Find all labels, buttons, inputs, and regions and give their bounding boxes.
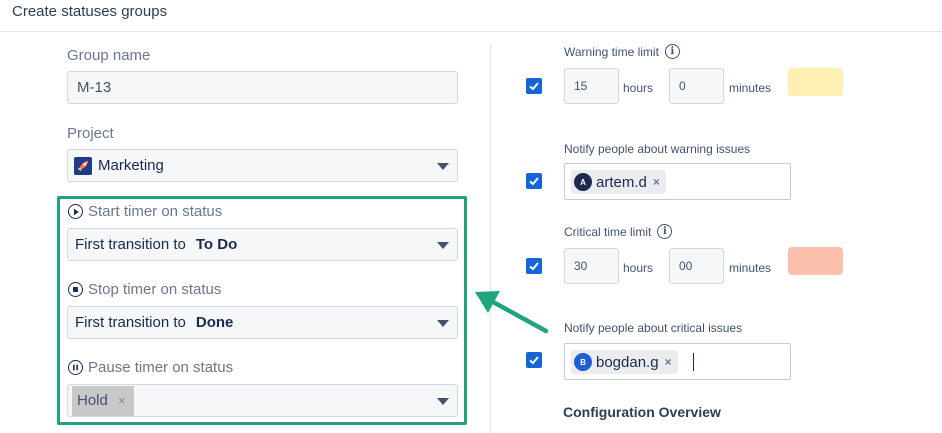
project-label: Project [67,125,114,142]
notify-critical-checkbox[interactable] [526,352,542,368]
critical-hours-input[interactable]: 30 [564,248,619,284]
warning-hours-input[interactable]: 15 [564,68,619,104]
group-name-value: M-13 [77,79,112,96]
chevron-down-icon[interactable] [437,319,449,327]
critical-hours-value: 30 [574,259,588,273]
page-header: Create statuses groups [0,0,942,32]
group-name-input[interactable]: M-13 [67,71,458,104]
critical-limit-label-row: Critical time limit i [564,224,673,239]
start-timer-prefix: First transition to [75,236,186,253]
column-divider [490,44,491,433]
status-chip-hold: Hold × [72,385,135,416]
info-icon[interactable]: i [657,224,673,239]
warning-limit-label-row: Warning time limit i [564,44,680,59]
remove-chip-icon[interactable]: × [118,393,126,408]
critical-limit-checkbox[interactable] [526,258,542,274]
play-circle-icon [68,204,83,219]
pointer-arrow-icon [475,291,549,334]
group-name-label: Group name [67,47,151,64]
check-icon [529,356,539,365]
stop-timer-select[interactable]: First transition to Done [67,306,458,339]
pause-timer-label-row: Pause timer on status [68,359,233,376]
critical-hours-unit: hours [623,261,654,275]
warning-hours-value: 15 [574,79,588,93]
warning-color-swatch[interactable] [788,68,843,96]
warning-minutes-unit: minutes [729,81,772,95]
remove-user-icon[interactable]: × [653,175,660,189]
project-value: Marketing [98,157,164,174]
notify-warning-user-field[interactable]: A artem.d × [564,163,791,200]
chevron-down-icon[interactable] [437,241,449,249]
stop-timer-label-row: Stop timer on status [68,281,221,298]
warning-minutes-input[interactable]: 0 [669,68,724,104]
critical-minutes-input[interactable]: 00 [669,248,724,284]
pause-circle-icon [68,360,83,375]
notify-warning-label: Notify people about warning issues [564,142,751,156]
critical-minutes-unit: minutes [729,261,772,275]
pause-timer-label: Pause timer on status [88,359,234,376]
user-chip-name: bogdan.g [596,353,659,371]
stop-timer-label: Stop timer on status [88,281,222,298]
rocket-icon [74,156,92,175]
pause-timer-select[interactable]: Hold × [67,384,458,417]
chevron-down-icon[interactable] [437,162,449,170]
warning-hours-unit: hours [623,81,654,95]
status-chip-label: Hold [77,392,108,409]
start-timer-label-row: Start timer on status [68,203,222,220]
user-chip-bogdan: B bogdan.g × [571,350,678,374]
user-chip-name: artem.d [596,173,647,191]
check-icon [529,262,539,271]
critical-minutes-value: 00 [679,259,693,273]
chevron-down-icon[interactable] [437,397,449,405]
project-select[interactable]: Marketing [67,149,458,182]
start-timer-label: Start timer on status [88,203,223,220]
critical-limit-label: Critical time limit [564,224,652,239]
warning-limit-label: Warning time limit [564,44,659,59]
warning-limit-checkbox[interactable] [526,78,542,94]
configuration-overview-heading: Configuration Overview [563,404,721,420]
check-icon [529,177,539,186]
start-timer-status: To Do [195,236,238,253]
stop-timer-prefix: First transition to [75,314,186,331]
stop-timer-status: Done [195,314,234,331]
stop-circle-icon [68,282,83,297]
remove-user-icon[interactable]: × [665,355,672,369]
user-chip-artem: A artem.d × [571,170,666,194]
avatar: B [574,353,592,371]
notify-critical-label: Notify people about critical issues [564,321,743,335]
check-icon [529,82,539,91]
info-icon[interactable]: i [664,44,680,59]
warning-minutes-value: 0 [679,79,686,93]
notify-critical-user-field[interactable]: B bogdan.g × [564,343,791,380]
text-cursor [693,353,694,371]
critical-color-swatch[interactable] [788,247,843,275]
avatar: A [574,173,592,191]
start-timer-select[interactable]: First transition to To Do [67,228,458,261]
page-title: Create statuses groups [12,3,168,20]
notify-warning-checkbox[interactable] [526,173,542,189]
